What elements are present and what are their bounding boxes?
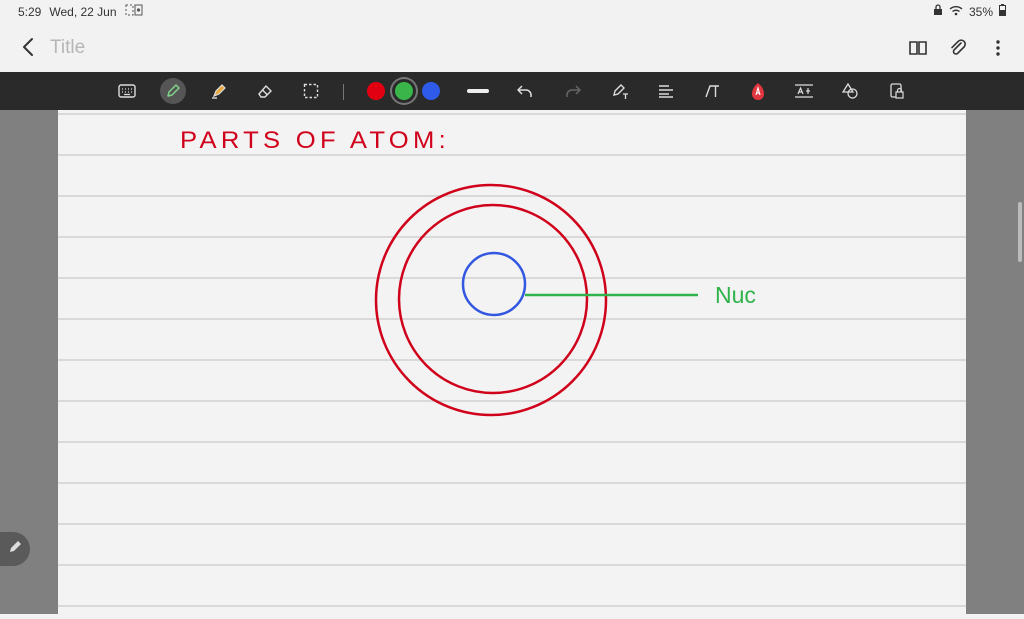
more-options-icon[interactable] (986, 36, 1010, 60)
note-page[interactable]: PARTS OF ATOM: Nuc (58, 110, 966, 614)
title-bar: Title (0, 24, 1024, 72)
color-swatch-red[interactable] (367, 82, 385, 100)
back-button[interactable] (18, 36, 40, 58)
nucleus-label: Nuc (715, 282, 756, 308)
attach-icon[interactable] (946, 36, 970, 60)
wifi-icon (949, 5, 963, 19)
status-date: Wed, 22 Jun (49, 4, 117, 19)
battery-icon (999, 4, 1006, 19)
status-time: 5:29 (18, 4, 42, 19)
nucleus (461, 251, 527, 317)
text-align-icon[interactable] (653, 79, 679, 103)
eraser-icon[interactable] (252, 79, 278, 103)
pencil-icon (7, 539, 23, 560)
color-swatch-green[interactable] (395, 82, 413, 100)
ink-color-icon[interactable] (745, 79, 771, 103)
stroke-width-icon[interactable] (465, 79, 491, 103)
drawing-toolbar (0, 72, 1024, 110)
lock-icon (933, 4, 943, 19)
toolbar-divider (343, 84, 344, 100)
note-title[interactable]: Title (50, 37, 85, 59)
pen-icon[interactable] (160, 78, 186, 104)
status-bar: 5:29 Wed, 22 Jun 35% (0, 0, 1024, 24)
color-swatch-blue[interactable] (422, 82, 440, 100)
lasso-select-icon[interactable] (298, 79, 324, 103)
text-style-icon[interactable] (699, 79, 725, 103)
shapes-icon[interactable] (837, 79, 863, 103)
note-canvas[interactable]: PARTS OF ATOM: Nuc (58, 110, 966, 614)
inner-orbit (397, 203, 589, 395)
outer-orbit (374, 183, 608, 417)
page-scrollbar[interactable] (1018, 202, 1022, 262)
insert-text-box-icon[interactable] (791, 79, 817, 103)
screen-record-icon (125, 4, 143, 19)
battery-text: 35% (968, 4, 993, 19)
book-view-icon[interactable] (906, 36, 930, 60)
undo-icon[interactable] (512, 79, 538, 103)
pen-to-text-icon[interactable] (607, 79, 633, 103)
note-heading: PARTS OF ATOM: (180, 127, 450, 154)
keyboard-icon[interactable] (114, 79, 140, 103)
redo-icon[interactable] (560, 79, 586, 103)
canvas-area: PARTS OF ATOM: Nuc (0, 110, 1024, 614)
highlighter-icon[interactable] (206, 79, 232, 103)
lock-edit-icon[interactable] (884, 79, 910, 103)
